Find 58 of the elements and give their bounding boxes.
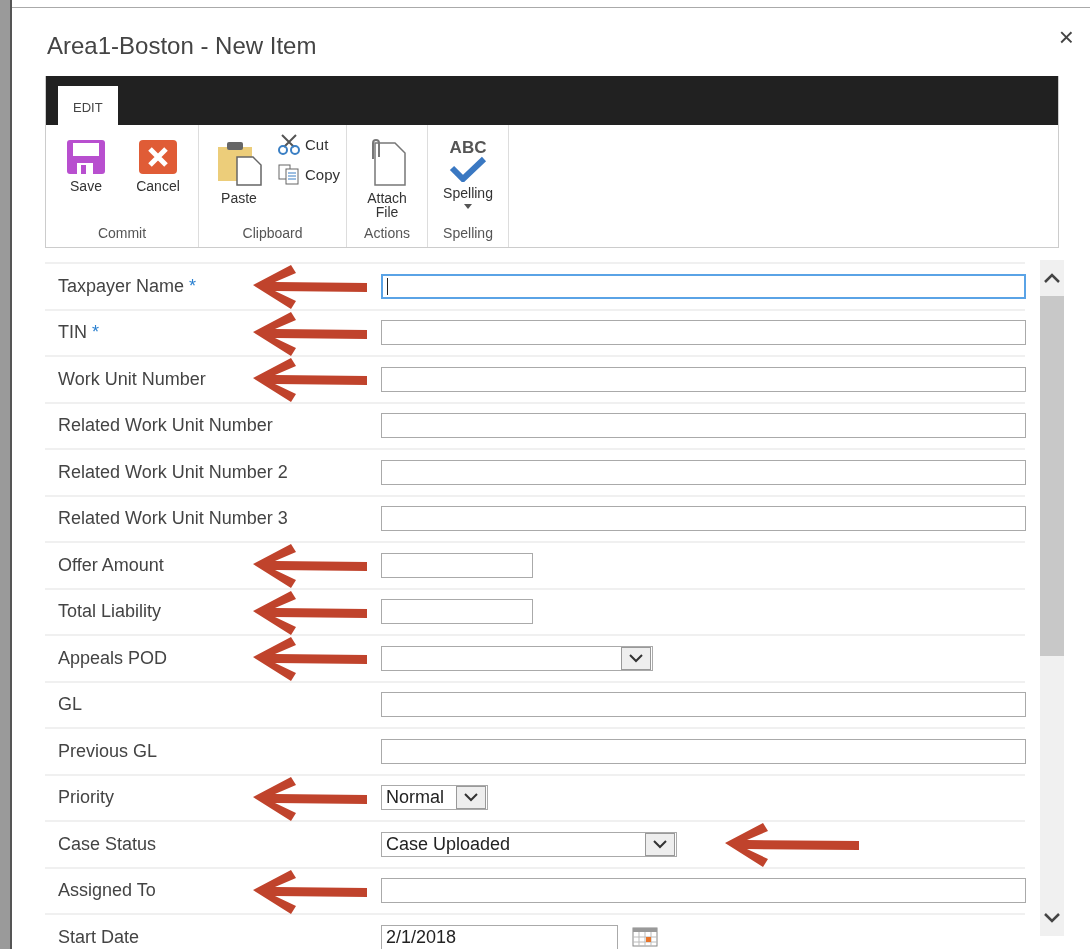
dialog-title: Area1-Boston - New Item	[47, 32, 317, 61]
dropdown[interactable]	[381, 645, 653, 671]
field-label: Related Work Unit Number	[58, 415, 273, 437]
calendar-icon[interactable]	[632, 927, 658, 948]
text-field[interactable]	[381, 273, 1026, 299]
ribbon-button[interactable]: Copy	[277, 163, 341, 185]
ribbon-button[interactable]: Paste	[205, 129, 273, 225]
ribbon-tab[interactable]: EDIT	[58, 86, 118, 125]
text-field[interactable]	[381, 413, 1026, 439]
field-label: GL	[58, 694, 82, 716]
group-label: Clipboard	[241, 225, 304, 243]
close-button[interactable]: ×	[1054, 22, 1078, 53]
text-field[interactable]	[381, 552, 533, 578]
group-label: Spelling	[442, 225, 494, 243]
field-label: Case Status	[58, 833, 157, 855]
field-label: Start Date	[58, 926, 140, 948]
text-field[interactable]	[381, 599, 533, 625]
scrollbar[interactable]	[1040, 260, 1064, 936]
field-label: Related Work Unit Number 3	[58, 508, 288, 530]
field-label: Priority	[58, 787, 114, 809]
group-label: Actions	[363, 225, 411, 243]
cancel-icon	[137, 139, 179, 175]
field-label: TIN *	[58, 322, 100, 344]
field-label: Related Work Unit Number 2	[58, 461, 288, 483]
chevron-down-icon	[629, 653, 643, 663]
ribbon-button[interactable]: Save	[52, 129, 120, 225]
field-label: Taxpayer Name *	[58, 275, 197, 297]
ribbon-button[interactable]: Attach File	[353, 129, 422, 225]
chevron-down-icon	[464, 793, 478, 803]
chevron-up-icon[interactable]	[1044, 273, 1060, 283]
ribbon-button[interactable]: Cut	[277, 133, 341, 155]
field-label: Assigned To	[58, 880, 156, 902]
text-field[interactable]	[381, 738, 1026, 764]
ribbon-button[interactable]: Cancel	[124, 129, 192, 225]
field-label: Previous GL	[58, 740, 158, 762]
ribbon-button[interactable]: ABC Spelling	[434, 129, 503, 225]
abc-text: ABC	[449, 139, 487, 156]
group-label: Commit	[96, 225, 148, 243]
text-field[interactable]	[381, 366, 1026, 392]
scissors-icon	[277, 133, 301, 155]
field-label: Appeals POD	[58, 647, 168, 669]
field-label: Offer Amount	[58, 554, 164, 576]
field-label: Total Liability	[58, 601, 162, 623]
caret-icon	[464, 204, 473, 209]
text-field[interactable]	[381, 506, 1026, 532]
checkmark-icon	[449, 156, 488, 182]
dropdown[interactable]: Case Uploaded	[381, 831, 677, 857]
dropdown[interactable]: Normal	[381, 785, 488, 811]
text-field[interactable]	[381, 459, 1026, 485]
field-label: Work Unit Number	[58, 368, 206, 390]
text-field[interactable]	[381, 320, 1026, 346]
chevron-down-icon	[653, 839, 667, 849]
clipboard-icon	[215, 139, 263, 187]
text-field[interactable]	[381, 878, 1026, 904]
copy-icon	[277, 163, 301, 185]
chevron-down-icon[interactable]	[1044, 913, 1060, 923]
date-field[interactable]: 2/1/2018	[381, 924, 618, 949]
text-field[interactable]	[381, 692, 1026, 718]
